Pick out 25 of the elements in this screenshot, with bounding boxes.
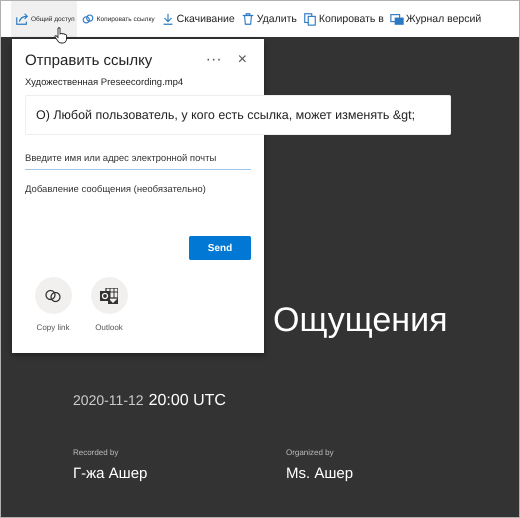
date-text: 2020-11-12 [73,392,144,408]
share-icon [15,12,29,26]
person-name: Ms. Ашер [286,465,354,482]
link-icon [44,288,62,302]
send-button[interactable]: Send [189,236,251,260]
person-name: Г-жа Ашер [73,465,148,482]
video-title: Ощущения [273,300,448,340]
toolbar-button[interactable]: Скачивание [156,1,237,37]
time-text: 20:00 UTC [148,392,226,410]
close-button[interactable]: × [234,51,251,69]
copy-icon [302,12,317,26]
toolbar-button[interactable]: Копировать в [298,1,386,37]
link-icon [80,12,95,26]
permission-selector[interactable]: О) Любой пользователь, у кого есть ссылка, может изменять &gt; [25,95,451,135]
toolbar-button[interactable]: Удалить [236,1,299,37]
person-label: Recorded by [73,448,120,457]
download-icon [160,12,175,26]
trash-icon [240,12,255,26]
more-button[interactable]: ··· [202,51,226,69]
recipient-field[interactable]: Введите имя или адрес электронной почты [25,151,251,170]
person-label: Organized by [286,448,335,457]
toolbar-button[interactable]: Журнал версий [386,1,484,37]
file-name: Художественная Preseecording.mp4 [25,77,184,88]
dialog-title: Отправить ссылку [25,52,154,68]
mail-app-icon [100,288,118,304]
